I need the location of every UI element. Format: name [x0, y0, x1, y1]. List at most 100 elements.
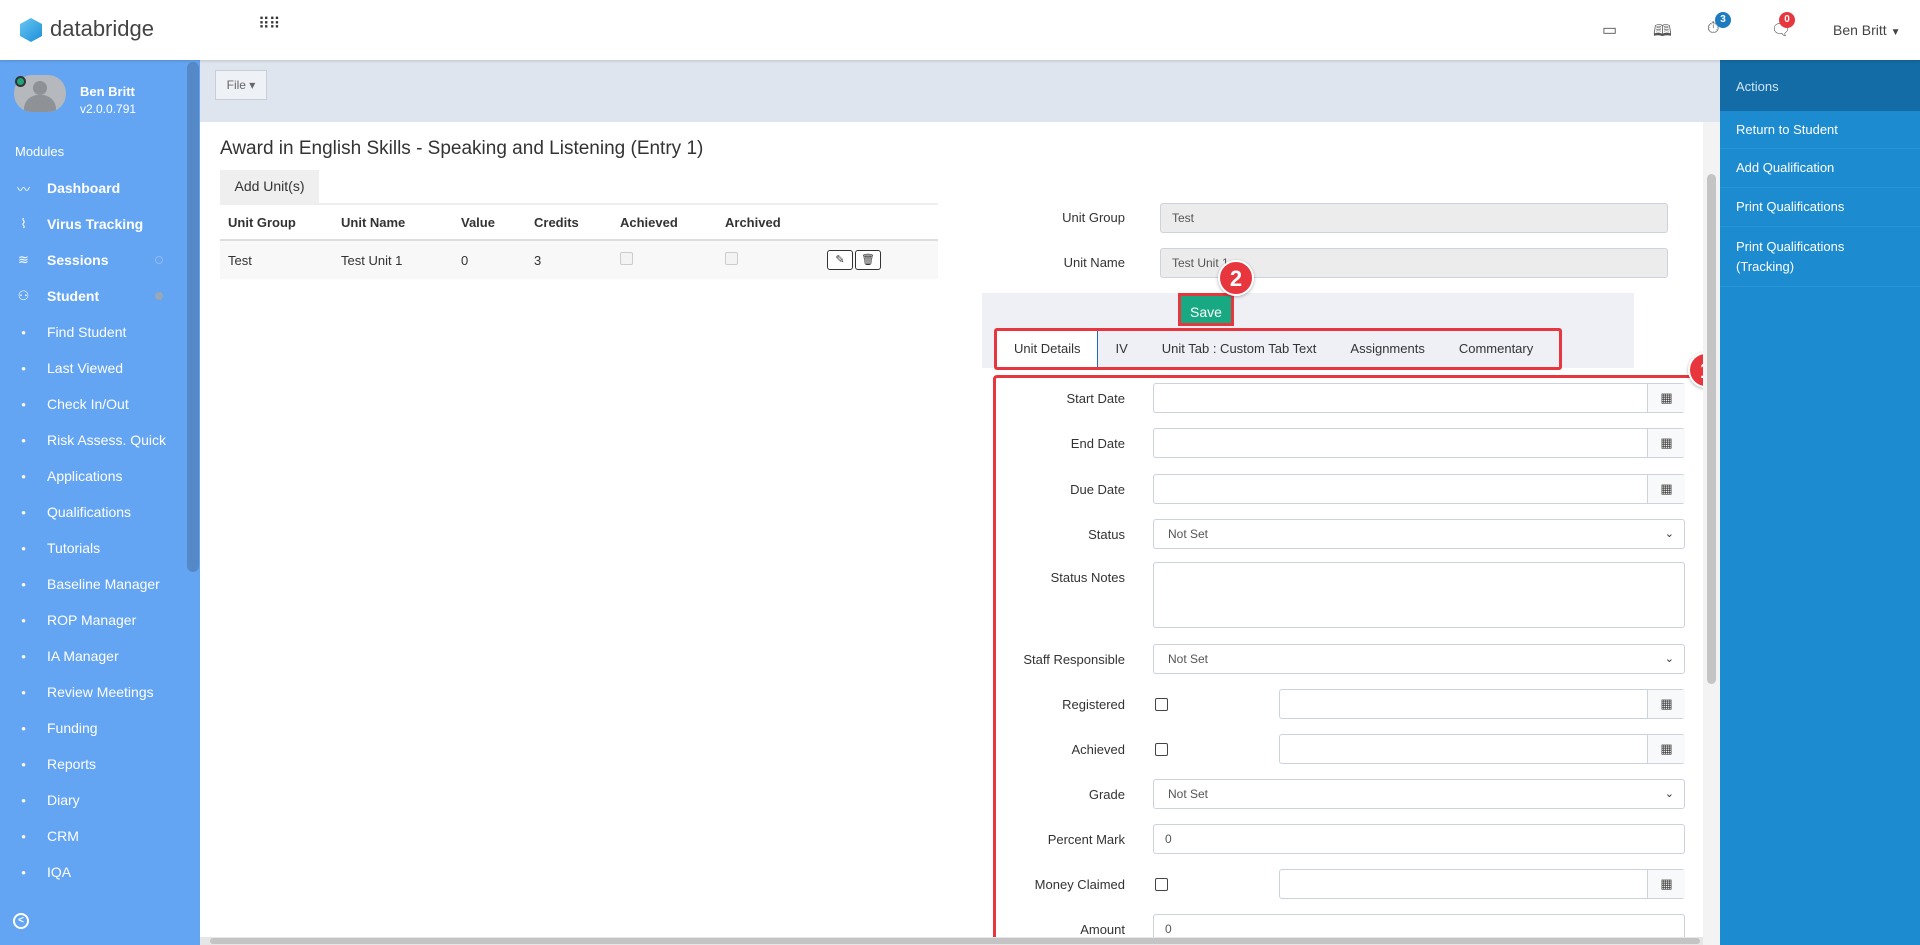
horizontal-scrollbar[interactable] [200, 937, 1703, 945]
action-return-to-student[interactable]: Return to Student [1720, 111, 1920, 149]
heartbeat-icon: ⌇ [20, 216, 27, 231]
sidebar-item-iqa[interactable]: • IQA [0, 854, 185, 890]
bullet-icon: • [21, 504, 26, 520]
percent-mark-label: Percent Mark [1047, 832, 1125, 847]
trash-icon[interactable]: 🗑 [855, 250, 881, 270]
laptop-icon[interactable]: ▭ [1602, 20, 1617, 40]
sidebar-item-tutorials[interactable]: • Tutorials [0, 530, 185, 566]
achieved-label: Achieved [1071, 742, 1125, 757]
chart-line-icon: 〰 [16, 181, 30, 197]
percent-mark-input[interactable]: 0 [1153, 824, 1685, 854]
sidebar-item-funding[interactable]: • Funding [0, 710, 185, 746]
calendar-icon[interactable]: ▦ [1647, 475, 1685, 503]
grade-select[interactable]: Not Set ⌄ [1153, 779, 1685, 809]
registered-checkbox[interactable] [1155, 698, 1168, 711]
tab-commentary[interactable]: Commentary [1442, 331, 1550, 367]
col-unit-group[interactable]: Unit Group [220, 215, 341, 230]
status-notes-textarea[interactable] [1153, 562, 1685, 628]
registered-date-input[interactable] [1279, 689, 1685, 719]
bullet-icon: • [21, 360, 26, 376]
sidebar-item-label: Diary [47, 792, 80, 808]
unit-group-field[interactable]: Test [1160, 203, 1668, 233]
staff-responsible-label: Staff Responsible [1023, 652, 1125, 667]
add-units-tab[interactable]: Add Unit(s) [220, 170, 319, 203]
sidebar-item-applications[interactable]: • Applications [0, 458, 185, 494]
sidebar-item-label: Qualifications [47, 504, 132, 520]
sidebar-item-rop-manager[interactable]: • ROP Manager [0, 602, 185, 638]
main-scrollbar[interactable] [1703, 122, 1720, 945]
action-print-qualifications[interactable]: Print Qualifications [1720, 188, 1920, 227]
save-button[interactable]: Save [1178, 293, 1234, 326]
sidebar-item-ia-manager[interactable]: • IA Manager [0, 638, 185, 674]
edit-icon[interactable]: ✎ [827, 250, 853, 270]
sidebar-item-find-student[interactable]: • Find Student [0, 314, 185, 350]
calendar-icon[interactable]: ▦ [1647, 384, 1685, 412]
grade-label: Grade [1088, 787, 1125, 802]
sidebar-item-qualifications[interactable]: • Qualifications [0, 494, 185, 530]
col-unit-name[interactable]: Unit Name [341, 215, 461, 230]
sidebar-item-label: ROP Manager [47, 612, 137, 628]
tab-unit-details[interactable]: Unit Details [997, 331, 1099, 367]
sidebar-item-risk-assess-quick[interactable]: • Risk Assess. Quick [0, 422, 185, 458]
file-menu-button[interactable]: File ▾ [215, 70, 267, 100]
calendar-icon[interactable]: ▦ [1647, 870, 1685, 898]
due-date-input[interactable] [1153, 474, 1685, 504]
money-claimed-checkbox[interactable] [1155, 878, 1168, 891]
content-toolbar [200, 60, 1720, 122]
tab-custom[interactable]: Unit Tab : Custom Tab Text [1145, 331, 1334, 367]
achieved-checkbox[interactable] [1155, 743, 1168, 756]
end-date-input[interactable] [1153, 428, 1685, 458]
sidebar-item-last-viewed[interactable]: • Last Viewed [0, 350, 185, 386]
start-date-input[interactable] [1153, 383, 1685, 413]
money-claimed-date-input[interactable] [1279, 869, 1685, 899]
sidebar-item-dashboard[interactable]: 〰 Dashboard [0, 170, 185, 206]
achieved-checkbox [620, 252, 633, 265]
user-menu[interactable]: Ben Britt ▼ [1833, 22, 1901, 38]
tab-iv[interactable]: IV [1098, 331, 1144, 367]
bullet-icon: • [21, 684, 26, 700]
col-archived[interactable]: Archived [725, 215, 827, 230]
action-add-qualification[interactable]: Add Qualification [1720, 149, 1920, 188]
amount-label: Amount [1080, 922, 1125, 937]
brand-name[interactable]: databridge [50, 16, 154, 42]
calendar-icon[interactable]: ▦ [1647, 735, 1685, 763]
sidebar-item-sessions[interactable]: ≋ Sessions [0, 242, 185, 278]
calendar-icon[interactable]: ▦ [1647, 690, 1685, 718]
status-notes-label: Status Notes [1050, 570, 1125, 585]
bullet-icon: • [21, 432, 26, 448]
bullet-icon: • [21, 540, 26, 556]
achieved-date-input[interactable] [1279, 734, 1685, 764]
top-header: databridge ⠿⠿ ▭ 🕮 ⏱ 3 🗨 0 Ben Britt ▼ [0, 0, 1920, 60]
book-icon[interactable]: 🕮 [1653, 20, 1672, 47]
apps-grid-icon[interactable]: ⠿⠿ [258, 17, 280, 33]
calendar-icon[interactable]: ▦ [1647, 429, 1685, 457]
sidebar-item-diary[interactable]: • Diary [0, 782, 185, 818]
sidebar-item-label: Applications [47, 468, 123, 484]
sidebar-item-student[interactable]: ⚇ Student [0, 278, 185, 314]
sidebar-item-review-meetings[interactable]: • Review Meetings [0, 674, 185, 710]
chevron-down-icon: ⌄ [1664, 653, 1674, 665]
collapse-sidebar-icon[interactable]: < [13, 913, 29, 929]
action-print-qualifications-tracking[interactable]: Print Qualifications (Tracking) [1720, 227, 1920, 287]
sidebar-item-check-in-out[interactable]: • Check In/Out [0, 386, 185, 422]
sidebar-item-virus-tracking[interactable]: ⌇ Virus Tracking [0, 206, 185, 242]
sidebar-item-reports[interactable]: • Reports [0, 746, 185, 782]
caret-down-icon: ▼ [1890, 27, 1901, 38]
sidebar-item-crm[interactable]: • CRM [0, 818, 185, 854]
bullet-icon: • [21, 468, 26, 484]
money-claimed-label: Money Claimed [1034, 877, 1125, 892]
table-row[interactable]: Test Test Unit 1 0 3 ✎ 🗑 [220, 241, 938, 279]
databridge-logo-icon [20, 18, 42, 42]
sidebar-item-label: Sessions [47, 252, 109, 268]
status-select[interactable]: Not Set ⌄ [1153, 519, 1685, 549]
staff-responsible-select[interactable]: Not Set ⌄ [1153, 644, 1685, 674]
tab-assignments[interactable]: Assignments [1333, 331, 1441, 367]
page-title: Award in English Skills - Speaking and L… [220, 138, 704, 159]
sidebar-item-baseline-manager[interactable]: • Baseline Manager [0, 566, 185, 602]
sidebar-item-label: Funding [47, 720, 98, 736]
col-credits[interactable]: Credits [534, 215, 620, 230]
col-value[interactable]: Value [461, 215, 534, 230]
sidebar-scrollbar[interactable] [187, 62, 199, 572]
collapse-indicator [155, 256, 163, 264]
col-achieved[interactable]: Achieved [620, 215, 725, 230]
